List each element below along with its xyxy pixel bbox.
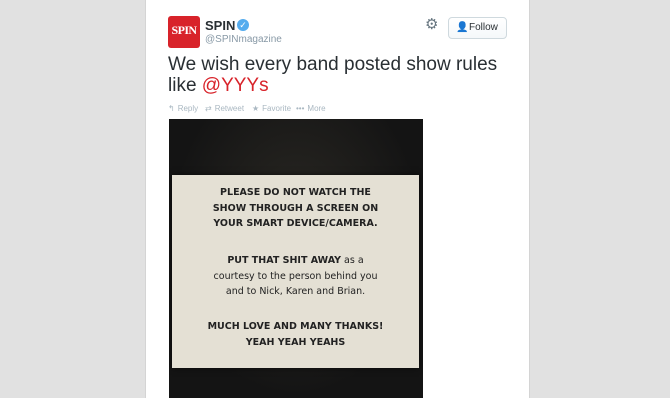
favorite-label: Favorite (262, 104, 292, 113)
show-rules-sign: PLEASE DO NOT WATCH THE SHOW THROUGH A S… (172, 175, 419, 368)
retweet-icon: ⇄ (205, 104, 212, 113)
tweet-card: SPIN SPIN ✓ @SPINmagazine ⚙ 👤 Follow We … (145, 0, 530, 398)
sign-line: YOUR SMART DEVICE/CAMERA. (213, 218, 378, 229)
gear-icon[interactable]: ⚙ (425, 17, 438, 33)
avatar-logo-text: SPIN (171, 23, 198, 37)
retweet-label: Retweet (214, 104, 245, 113)
verified-badge-icon: ✓ (237, 19, 249, 31)
sign-line: courtesy to the person behind you (213, 270, 378, 282)
sign-line: YEAH YEAH YEAHS (245, 336, 346, 348)
account-name[interactable]: SPIN (205, 18, 235, 33)
reply-button[interactable]: ↰ Reply (168, 104, 198, 113)
more-label: More (307, 104, 326, 113)
sign-line: MUCH LOVE AND MANY THANKS! (207, 321, 384, 332)
sign-line: PLEASE DO NOT WATCH THE (220, 187, 371, 198)
star-icon: ★ (252, 104, 260, 113)
favorite-button[interactable]: ★ Favorite (252, 104, 291, 113)
more-dots-icon: ••• (296, 104, 305, 113)
tweet-text: We wish every band posted show rules lik… (168, 54, 498, 96)
avatar[interactable]: SPIN (168, 16, 200, 48)
sign-paragraph-3: MUCH LOVE AND MANY THANKS! YEAH YEAH YEA… (172, 319, 419, 350)
account-handle[interactable]: @SPINmagazine (205, 34, 282, 45)
sign-line: and to Nick, Karen and Brian. (225, 286, 366, 297)
tweet-photo[interactable]: PLEASE DO NOT WATCH THE SHOW THROUGH A S… (169, 119, 423, 398)
more-button[interactable]: ••• More (296, 104, 326, 113)
reply-icon: ↰ (168, 104, 175, 113)
sign-line: SHOW THROUGH A SCREEN ON (212, 202, 379, 214)
sign-paragraph-2: PUT THAT SHIT AWAY as a courtesy to the … (172, 253, 419, 300)
follow-user-icon: 👤 (456, 22, 469, 33)
sign-line: PUT THAT SHIT AWAY as a (227, 255, 364, 266)
mention-link[interactable]: @YYYs (202, 75, 269, 96)
reply-label: Reply (177, 104, 199, 113)
follow-label: Follow (469, 22, 498, 33)
retweet-button[interactable]: ⇄ Retweet (205, 104, 244, 113)
sign-paragraph-1: PLEASE DO NOT WATCH THE SHOW THROUGH A S… (172, 185, 419, 232)
follow-button[interactable]: 👤 Follow (448, 17, 507, 39)
